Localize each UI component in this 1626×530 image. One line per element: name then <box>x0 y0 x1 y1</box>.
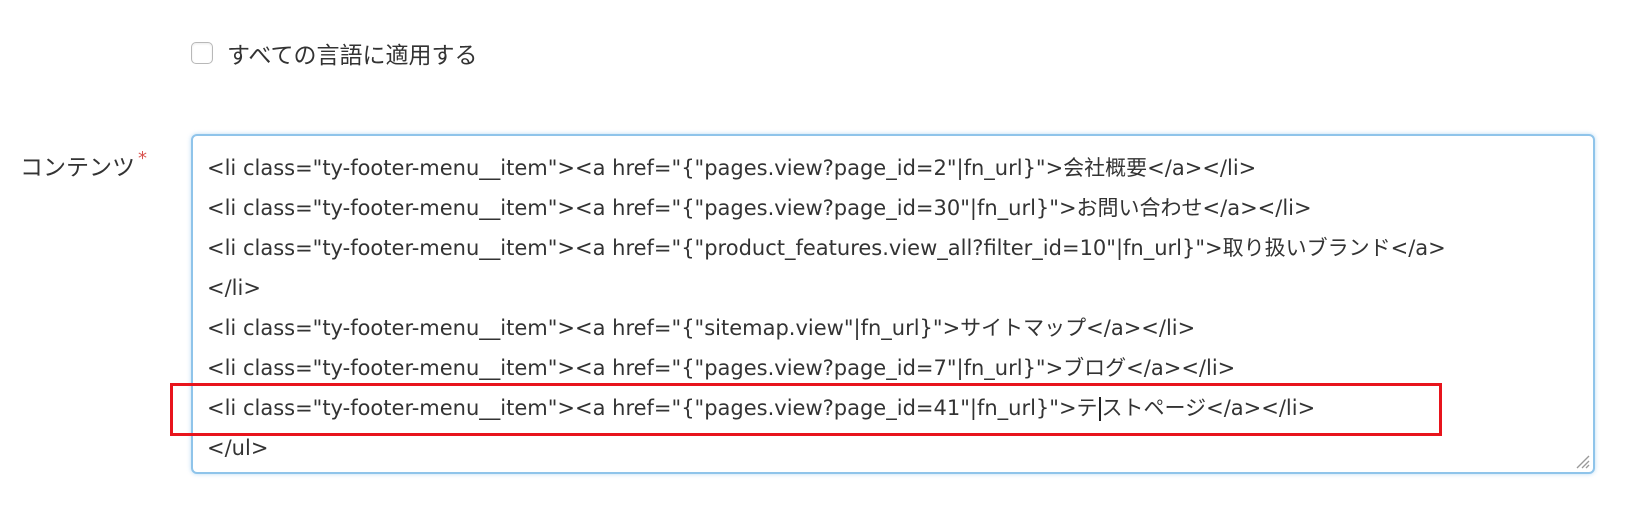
scrolled-line-spellcheck-marks <box>193 136 1593 139</box>
code-line[interactable]: </ul> <box>207 428 1583 468</box>
content-code-lines[interactable]: <li class="ty-footer-menu__item"><a href… <box>207 148 1583 468</box>
highlighted-line-after-caret: ストページ</a></li> <box>1101 396 1316 420</box>
code-line[interactable]: <li class="ty-footer-menu__item"><a href… <box>207 188 1583 228</box>
code-line[interactable]: <li class="ty-footer-menu__item"><a href… <box>207 308 1583 348</box>
code-line-highlighted[interactable]: <li class="ty-footer-menu__item"><a href… <box>207 388 1583 428</box>
code-line[interactable]: <li class="ty-footer-menu__item"><a href… <box>207 348 1583 388</box>
content-textarea[interactable]: <li class="ty-footer-menu__item"><a href… <box>191 134 1595 474</box>
text-caret <box>1098 397 1101 421</box>
highlighted-line-before-caret: <li class="ty-footer-menu__item"><a href… <box>207 396 1098 420</box>
apply-all-languages-row: すべての言語に適用する <box>191 36 477 70</box>
code-line[interactable]: <li class="ty-footer-menu__item"><a href… <box>207 148 1583 188</box>
apply-all-languages-label[interactable]: すべての言語に適用する <box>227 36 477 70</box>
resize-grip-icon[interactable] <box>1574 453 1590 469</box>
apply-all-languages-checkbox[interactable] <box>191 42 213 64</box>
code-line[interactable]: </li> <box>207 268 1583 308</box>
content-label-text: コンテンツ <box>20 155 135 181</box>
content-field-label: コンテンツ * <box>20 148 147 182</box>
code-line[interactable]: <li class="ty-footer-menu__item"><a href… <box>207 228 1583 268</box>
block-editor-page: すべての言語に適用する コンテンツ * <li class="ty-footer-… <box>0 0 1626 530</box>
required-mark: * <box>138 148 147 169</box>
